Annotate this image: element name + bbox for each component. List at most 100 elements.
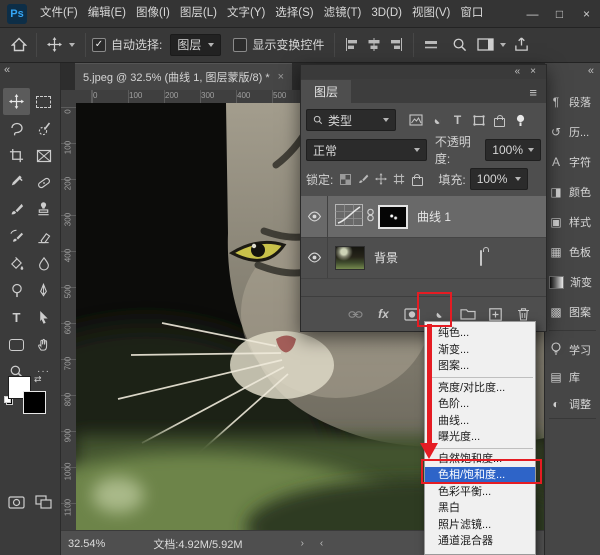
filter-toggle-icon[interactable] [510,114,531,127]
lock-transparent-icon[interactable] [336,174,354,185]
close-icon[interactable]: × [530,67,536,77]
background-color[interactable] [23,391,46,414]
scroll-left-icon[interactable]: ‹ [320,538,323,549]
layer-style-icon[interactable]: fx [375,307,392,321]
rectangular-marquee-tool[interactable] [30,88,57,115]
minimize-button[interactable]: — [519,1,546,27]
link-layers-icon[interactable] [347,310,364,319]
spot-healing-tool[interactable] [30,169,57,196]
lasso-tool[interactable] [3,115,30,142]
dock-gradients[interactable]: 渐变 [548,270,598,294]
dock-character[interactable]: A 字符 [548,150,598,174]
menu-image[interactable]: 图像(I) [131,0,175,27]
opacity-dropdown[interactable]: 100% [485,139,541,161]
layer-mask-thumbnail[interactable] [378,205,408,229]
dock-paragraph[interactable]: ¶ 段落 [548,90,598,114]
dock-styles[interactable]: ▣ 样式 [548,210,598,234]
document-tab[interactable]: 5.jpeg @ 32.5% (曲线 1, 图层蒙版/8) * × [75,63,292,90]
menu-item-levels[interactable]: 色阶... [425,396,535,413]
menu-item-channel-mixer[interactable]: 通道混合器 [425,533,535,550]
collapse-icon[interactable]: « [4,64,10,76]
frame-tool[interactable] [30,142,57,169]
collapse-icon[interactable]: « [588,65,594,77]
visibility-toggle[interactable] [301,196,328,237]
lock-artboard-icon[interactable] [390,173,408,185]
menu-item-solid-color[interactable]: 纯色... [425,325,535,342]
collapse-icon[interactable]: « [515,67,521,77]
menu-item-color-balance[interactable]: 色彩平衡... [425,484,535,501]
tab-layers[interactable]: 图层 [301,80,351,103]
menu-file[interactable]: 文件(F) [35,0,83,27]
menu-window[interactable]: 窗口 [455,0,488,27]
lock-all-icon[interactable] [408,173,426,186]
filter-smart-object-icon[interactable] [489,114,510,127]
lock-position-icon[interactable] [372,173,390,185]
zoom-level[interactable]: 32.54% [68,538,105,550]
menu-view[interactable]: 视图(V) [407,0,455,27]
filter-image-icon[interactable] [405,114,426,126]
mask-link-icon[interactable] [366,208,375,225]
gradient-tool[interactable] [3,250,30,277]
menu-item-black-white[interactable]: 黑白 [425,500,535,517]
filter-adjustment-icon[interactable]: ◐ [426,114,447,127]
history-brush-tool[interactable] [3,223,30,250]
align-center-icon[interactable] [363,33,385,57]
quick-selection-tool[interactable] [30,115,57,142]
layer-row-curves[interactable]: 曲线 1 [301,196,546,238]
menu-item-brightness-contrast[interactable]: 亮度/对比度... [425,380,535,397]
menu-3d[interactable]: 3D(D) [366,0,407,27]
distribute-icon[interactable] [420,33,442,57]
filter-type-icon[interactable]: T [447,113,468,127]
menu-item-exposure[interactable]: 曝光度... [425,429,535,446]
quick-mask-icon[interactable] [3,490,30,514]
show-transform-checkbox[interactable] [233,38,247,52]
shape-tool[interactable] [3,331,30,358]
new-group-icon[interactable] [459,308,476,320]
blend-mode-dropdown[interactable]: 正常 [306,139,427,161]
align-left-icon[interactable] [341,33,363,57]
filter-shape-icon[interactable] [468,115,489,126]
layer-row-background[interactable]: 背景 [301,237,546,279]
menu-type[interactable]: 文字(Y) [222,0,270,27]
dock-patterns[interactable]: ▩ 图案 [548,300,598,324]
menu-edit[interactable]: 编辑(E) [83,0,131,27]
new-layer-icon[interactable] [487,308,504,321]
dock-swatches[interactable]: ▦ 色板 [548,240,598,264]
menu-item-curves[interactable]: 曲线... [425,413,535,430]
blur-tool[interactable] [30,250,57,277]
close-tab-icon[interactable]: × [278,71,284,83]
curves-thumbnail[interactable] [335,204,363,229]
layer-thumbnail[interactable] [335,246,365,270]
auto-select-checkbox[interactable]: ✓ [92,38,106,52]
eraser-tool[interactable] [30,223,57,250]
move-tool[interactable] [3,88,30,115]
swap-colors-icon[interactable]: ⇄ [34,374,42,385]
dock-libraries[interactable]: ▤ 库 [548,365,598,389]
search-icon[interactable] [448,33,470,57]
export-icon[interactable] [510,33,532,57]
status-expand-icon[interactable]: › [301,538,304,549]
dodge-tool[interactable] [3,277,30,304]
delete-layer-icon[interactable] [515,307,532,321]
pen-tool[interactable] [30,277,57,304]
eyedropper-tool[interactable] [3,169,30,196]
home-icon[interactable] [8,33,30,57]
menu-layer[interactable]: 图层(L) [175,0,222,27]
layer-name[interactable]: 背景 [374,249,398,266]
auto-select-target-dropdown[interactable]: 图层 [170,34,221,56]
panel-menu-icon[interactable]: ≡ [529,83,537,103]
crop-tool[interactable] [3,142,30,169]
dock-adjustments[interactable]: ◐ 调整 [548,392,598,416]
lock-pixels-icon[interactable] [354,173,372,185]
chevron-down-icon[interactable] [500,43,506,47]
fill-dropdown[interactable]: 100% [470,168,528,190]
align-right-icon[interactable] [385,33,407,57]
menu-item-gradient[interactable]: 渐变... [425,342,535,359]
workspace-switcher-icon[interactable] [474,33,496,57]
layer-name[interactable]: 曲线 1 [417,208,451,225]
visibility-toggle[interactable] [301,237,328,278]
move-tool-icon[interactable] [43,33,65,57]
close-button[interactable]: × [573,1,600,27]
path-selection-tool[interactable] [30,304,57,331]
menu-filter[interactable]: 滤镜(T) [319,0,367,27]
